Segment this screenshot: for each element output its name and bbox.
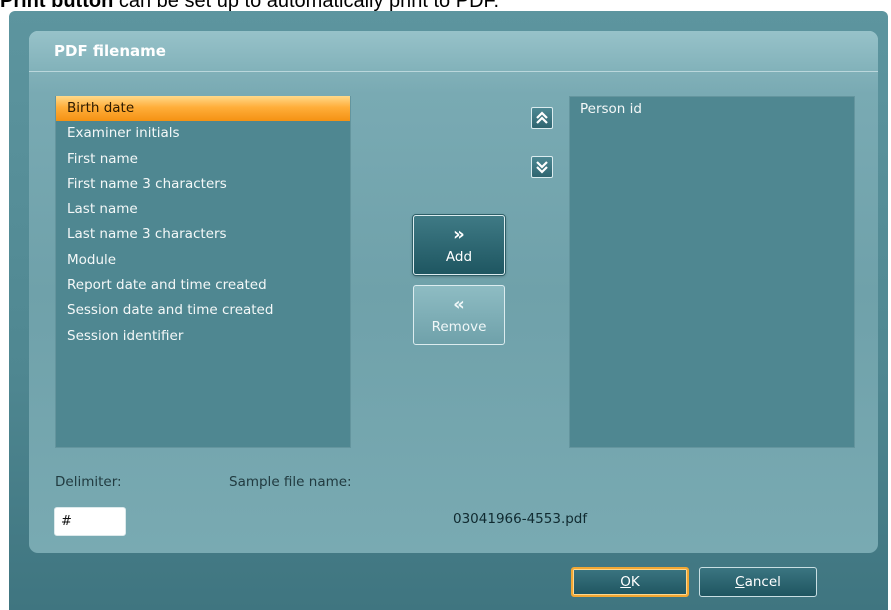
available-field-item[interactable]: Session date and time created xyxy=(56,298,350,323)
add-button[interactable]: » Add xyxy=(413,215,505,275)
available-field-item[interactable]: Birth date xyxy=(56,96,350,122)
double-chevron-right-icon: » xyxy=(453,223,465,245)
add-button-label: Add xyxy=(445,248,473,265)
delimiter-input[interactable] xyxy=(54,507,126,536)
sample-file-name-value: 03041966-4553.pdf xyxy=(453,511,588,527)
document-caption: Print button can be set up to automatica… xyxy=(0,0,891,11)
available-field-item[interactable]: Last name 3 characters xyxy=(56,222,350,247)
panel-title: PDF filename xyxy=(54,42,166,60)
double-chevron-down-icon xyxy=(536,161,548,174)
available-field-item[interactable]: Module xyxy=(56,248,350,273)
available-field-item[interactable]: Last name xyxy=(56,197,350,222)
selected-fields-list[interactable]: Person id xyxy=(569,96,855,448)
remove-button-label: Remove xyxy=(431,318,487,335)
cancel-button-label: Cancel xyxy=(735,574,781,590)
ok-button-label: OK xyxy=(620,574,640,590)
double-chevron-up-icon xyxy=(536,111,548,124)
delimiter-label: Delimiter: xyxy=(55,474,122,490)
ok-button[interactable]: OK xyxy=(571,567,689,597)
move-up-button[interactable] xyxy=(531,107,553,129)
remove-button[interactable]: « Remove xyxy=(413,285,505,345)
available-field-item[interactable]: First name 3 characters xyxy=(56,172,350,197)
cancel-button[interactable]: Cancel xyxy=(699,567,817,597)
move-down-button[interactable] xyxy=(531,156,553,178)
panel-header: PDF filename xyxy=(29,31,878,72)
selected-field-item[interactable]: Person id xyxy=(570,97,854,122)
sample-file-name-label: Sample file name: xyxy=(229,474,352,490)
available-field-item[interactable]: Examiner initials xyxy=(56,121,350,146)
available-field-item[interactable]: First name xyxy=(56,147,350,172)
available-field-item[interactable]: Session identifier xyxy=(56,324,350,349)
double-chevron-left-icon: « xyxy=(453,293,465,315)
available-fields-list[interactable]: Birth date Examiner initials First name Fir… xyxy=(55,96,351,448)
available-field-item[interactable]: Report date and time created xyxy=(56,273,350,298)
